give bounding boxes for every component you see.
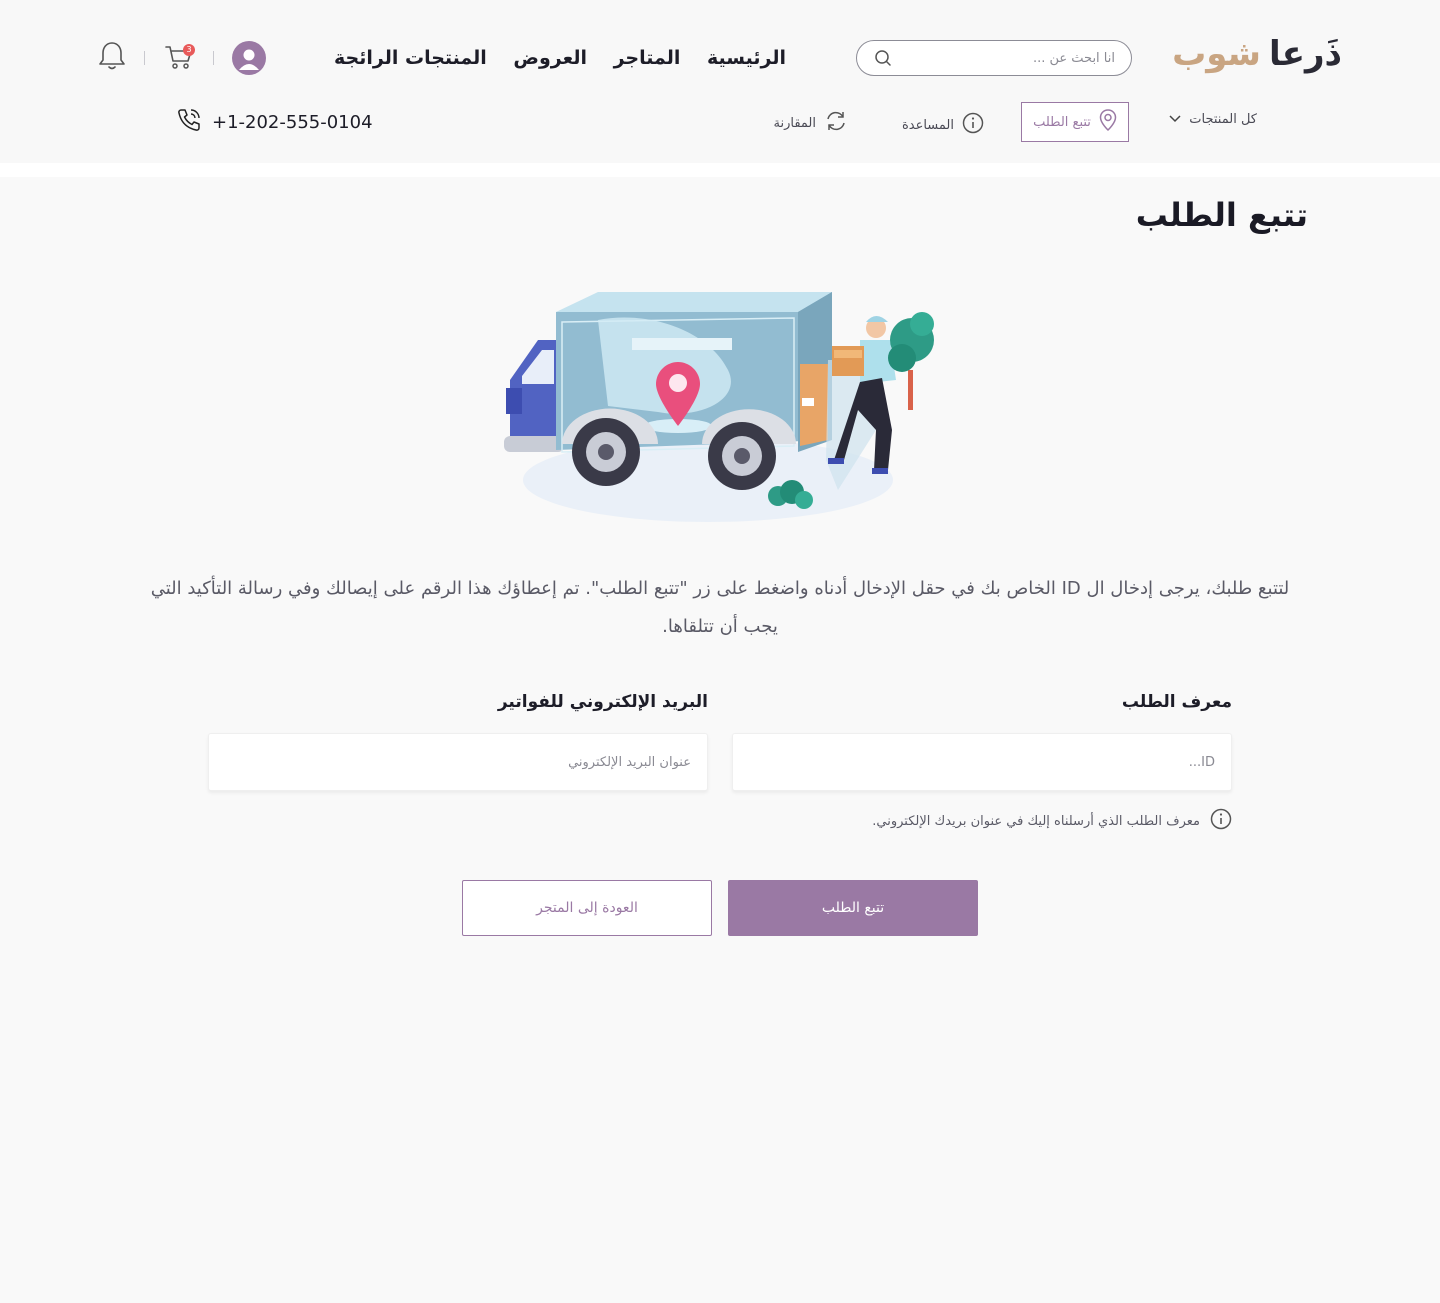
back-to-store-button[interactable]: العودة إلى المتجر: [462, 880, 712, 936]
top-icons: 3: [98, 38, 266, 78]
order-id-hint: معرف الطلب الذي أرسلناه إليك في عنوان بر…: [872, 808, 1232, 834]
phone-number: +1-202-555-0104: [212, 111, 373, 133]
avatar[interactable]: [232, 41, 266, 75]
page-title: تتبع الطلب: [1135, 196, 1308, 234]
compare-link[interactable]: المقارنة: [774, 110, 849, 136]
billing-email-input[interactable]: [208, 733, 708, 791]
nav-stores[interactable]: المتاجر: [614, 47, 681, 69]
header-divider: [0, 163, 1440, 177]
cart-count-badge: 3: [183, 44, 195, 56]
main-nav: الرئيسية المتاجر العروض المنتجات الرائجة: [320, 44, 800, 72]
help-label: المساعدة: [901, 117, 954, 133]
location-pin-icon: [1099, 109, 1117, 135]
order-id-input[interactable]: [732, 733, 1232, 791]
phone-contact[interactable]: +1-202-555-0104: [176, 108, 373, 136]
logo-text-dark: ذَرعا: [1268, 34, 1342, 74]
nav-home[interactable]: الرئيسية: [707, 47, 786, 69]
separator: [213, 51, 214, 65]
nav-offers[interactable]: العروض: [513, 47, 587, 69]
track-order-link[interactable]: تتبع الطلب: [1021, 102, 1129, 142]
billing-email-label: البريد الإلكتروني للفواتير: [497, 692, 708, 712]
logo[interactable]: ذَرعا شوب: [1172, 34, 1342, 80]
search-icon[interactable]: [873, 48, 893, 68]
refresh-icon: [824, 110, 848, 136]
cart-button[interactable]: 3: [163, 42, 195, 74]
page-description: لتتبع طلبك، يرجى إدخال ال ID الخاص بك في…: [150, 578, 1290, 637]
header: [0, 0, 1440, 163]
phone-icon: [176, 107, 202, 138]
help-link[interactable]: المساعدة: [902, 112, 984, 138]
search-bar: [856, 40, 1132, 76]
info-icon: [1210, 808, 1232, 834]
search-input[interactable]: [893, 50, 1115, 66]
compare-label: المقارنة: [773, 115, 817, 131]
bell-icon[interactable]: [98, 40, 126, 76]
chevron-down-icon: [1169, 112, 1181, 127]
separator: [144, 51, 145, 65]
track-order-label: تتبع الطلب: [1033, 114, 1091, 130]
nav-trending[interactable]: المنتجات الرائجة: [334, 47, 487, 69]
all-products-label: كل المنتجات: [1189, 112, 1257, 127]
order-id-label: معرف الطلب: [1121, 692, 1232, 712]
user-icon: [239, 49, 259, 70]
logo-text-accent: شوب: [1172, 34, 1261, 74]
all-products-dropdown[interactable]: كل المنتجات: [1169, 112, 1257, 127]
track-order-button[interactable]: تتبع الطلب: [728, 880, 978, 936]
delivery-truck-illustration: [498, 280, 942, 528]
info-icon: [962, 112, 984, 138]
hint-text: معرف الطلب الذي أرسلناه إليك في عنوان بر…: [872, 813, 1200, 829]
